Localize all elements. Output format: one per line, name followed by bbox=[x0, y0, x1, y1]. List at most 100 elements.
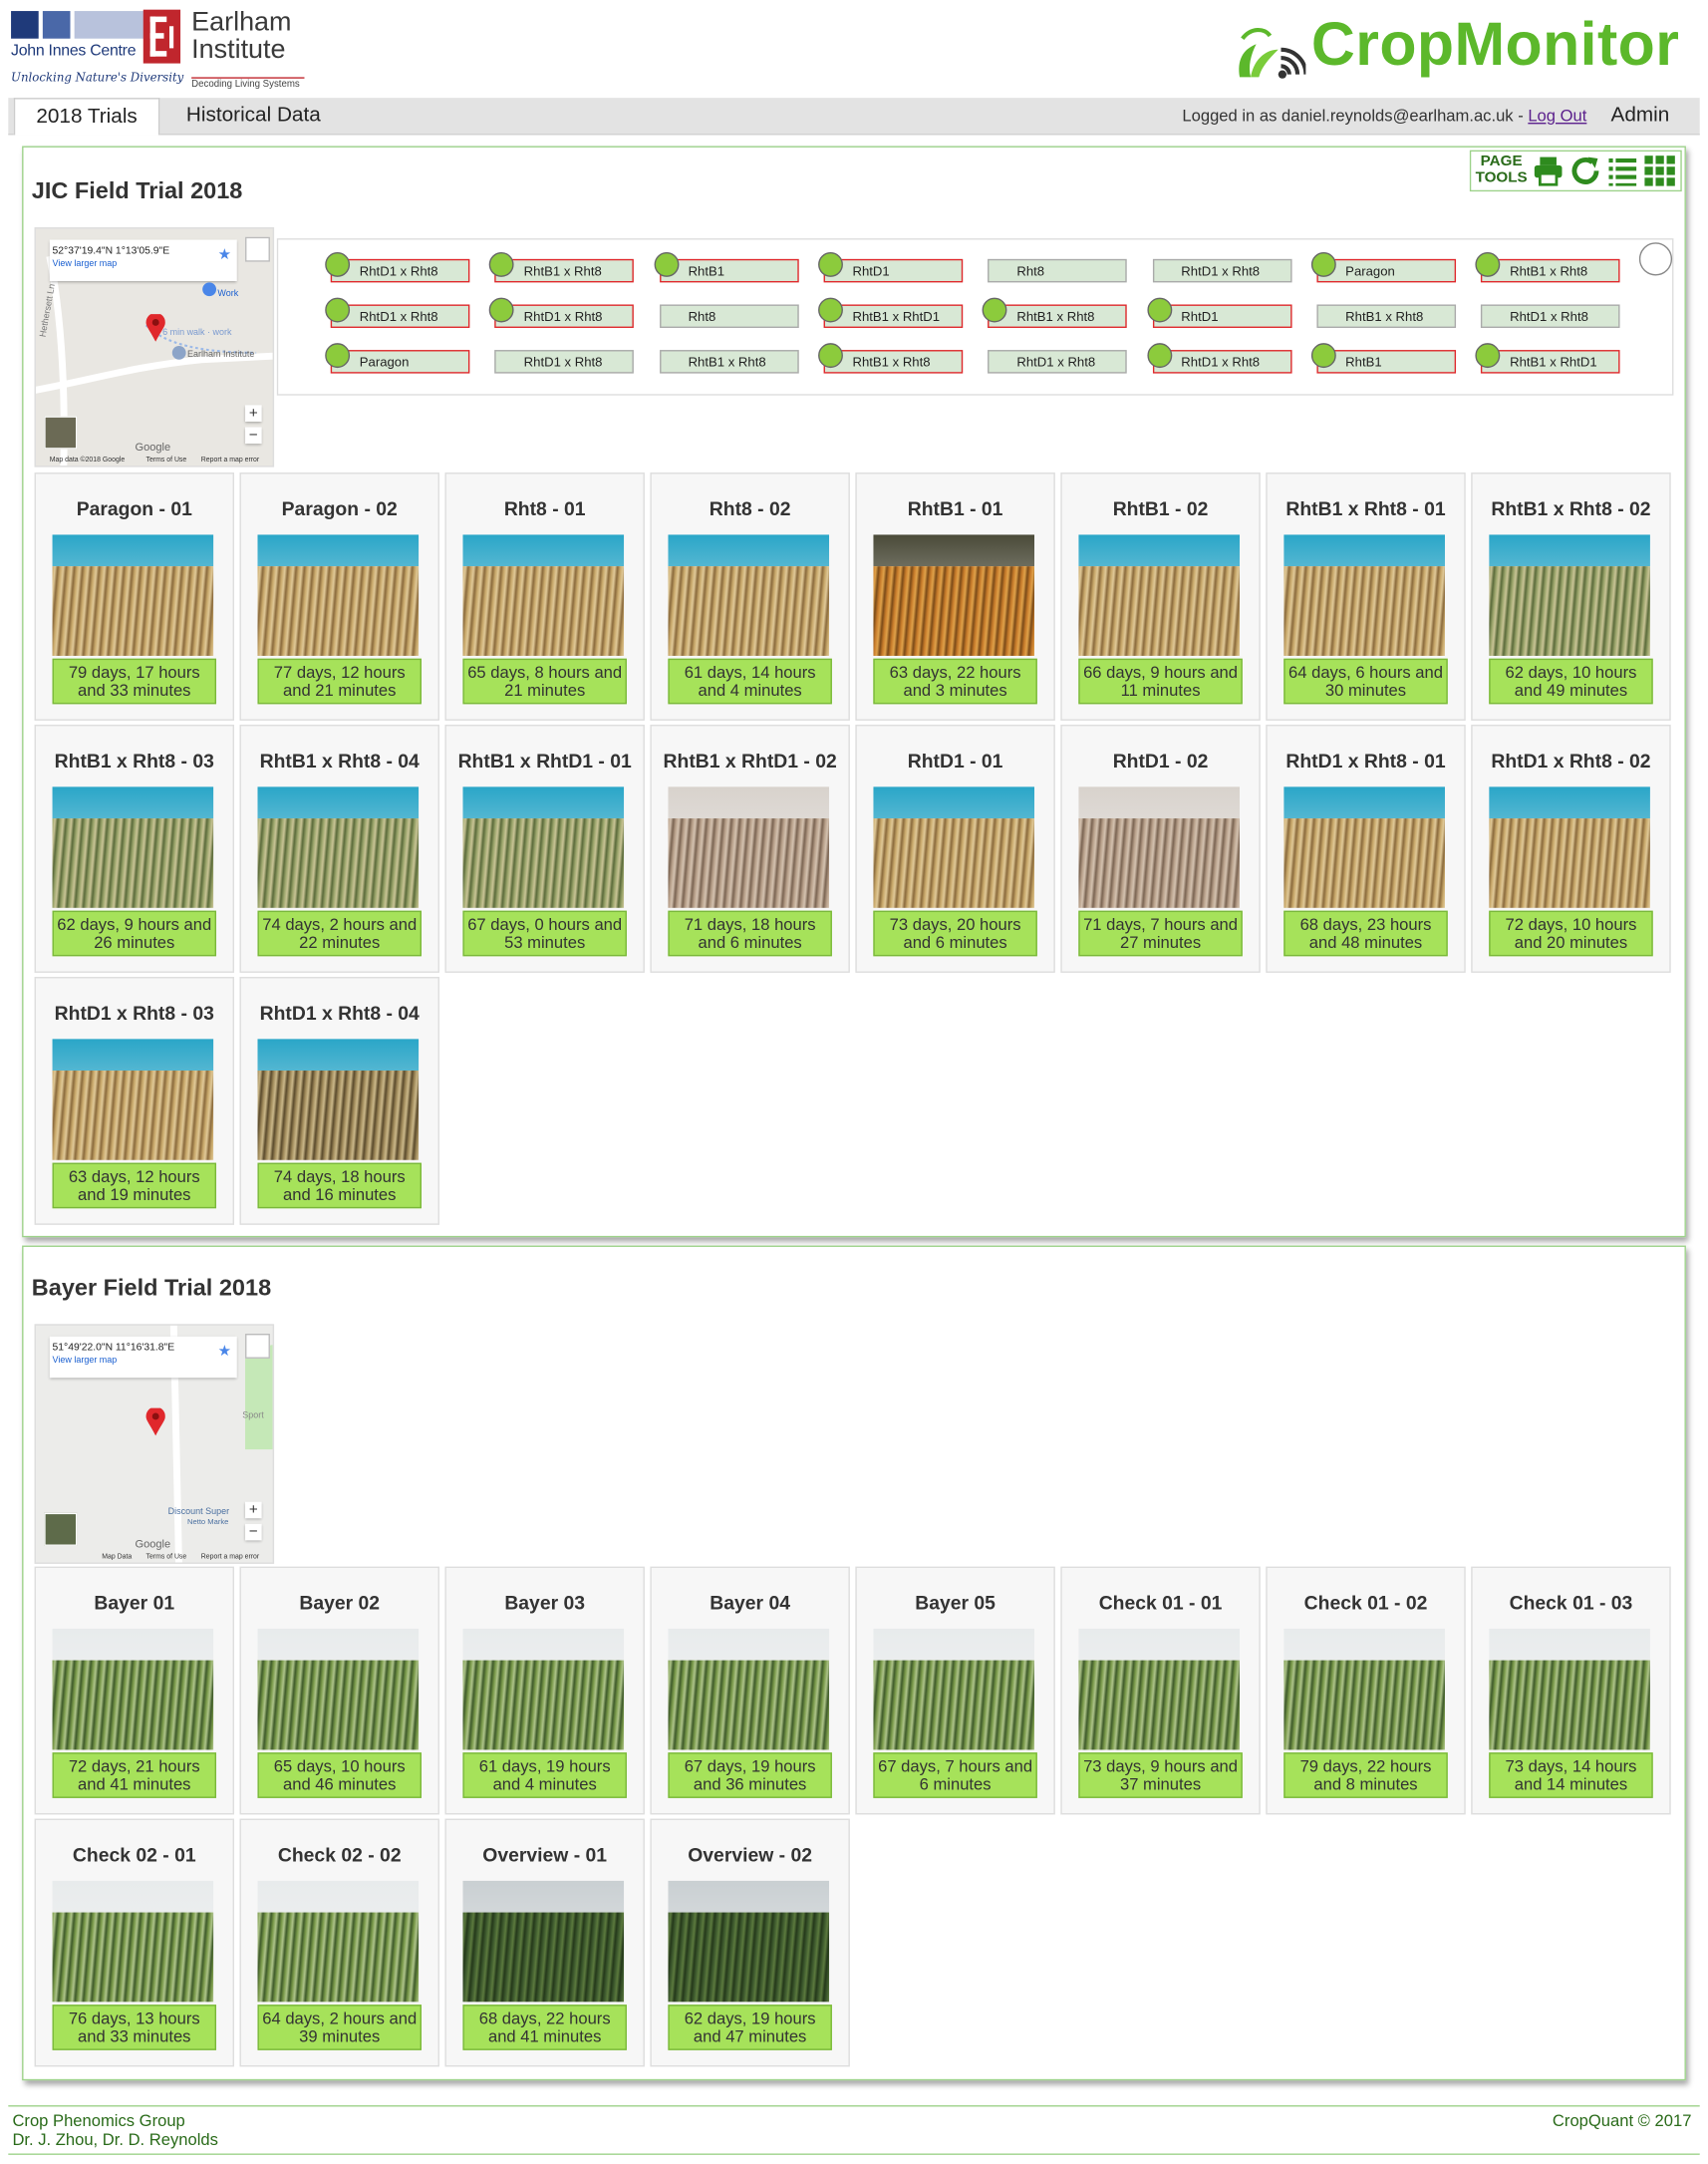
plot-cell[interactable]: RhtB1 x Rht8 bbox=[494, 258, 635, 283]
zoom-out-button[interactable]: − bbox=[245, 1523, 262, 1541]
save-star-icon[interactable]: ★ bbox=[218, 245, 232, 263]
logout-link[interactable]: Log Out bbox=[1528, 106, 1586, 125]
admin-link[interactable]: Admin bbox=[1611, 98, 1670, 134]
refresh-icon[interactable] bbox=[1568, 155, 1601, 187]
view-larger-map-link[interactable]: View larger map bbox=[53, 1356, 118, 1366]
plot-cell[interactable]: Paragon bbox=[330, 350, 470, 374]
plot-photo[interactable] bbox=[1078, 786, 1241, 908]
plot-photo[interactable] bbox=[1489, 786, 1650, 908]
plot-cell[interactable]: RhtB1 x RhtD1 bbox=[1481, 350, 1620, 374]
plot-card[interactable]: Rht8 - 02 61 days, 14 hours and 4 minutes bbox=[650, 472, 850, 721]
trial-map[interactable]: 51°49'22.0"N 11°16'31.8"E View larger ma… bbox=[34, 1324, 275, 1564]
plot-card[interactable]: Overview - 02 62 days, 19 hours and 47 mi… bbox=[650, 1818, 850, 2067]
plot-photo[interactable] bbox=[257, 1628, 420, 1750]
compass-icon[interactable] bbox=[1638, 242, 1673, 276]
grid-view-icon[interactable] bbox=[1643, 155, 1676, 187]
terms-link[interactable]: Terms of Use bbox=[146, 1553, 187, 1561]
plot-photo[interactable] bbox=[462, 1628, 625, 1750]
tab-historical-data[interactable]: Historical Data bbox=[162, 98, 344, 134]
zoom-in-button[interactable]: + bbox=[245, 1501, 262, 1519]
plot-card[interactable]: Check 01 - 03 73 days, 14 hours and 14 mi… bbox=[1471, 1566, 1671, 1815]
plot-card[interactable]: Bayer 03 61 days, 19 hours and 4 minutes bbox=[444, 1566, 645, 1815]
plot-cell[interactable]: RhtB1 x Rht8 bbox=[1316, 304, 1456, 328]
plot-photo[interactable] bbox=[257, 1880, 420, 2003]
plot-photo[interactable] bbox=[52, 1880, 214, 2003]
plot-card[interactable]: RhtB1 x Rht8 - 04 74 days, 2 hours and 22… bbox=[239, 725, 439, 973]
plot-cell[interactable]: RhtD1 x Rht8 bbox=[1152, 258, 1291, 283]
plot-cell[interactable]: Rht8 bbox=[659, 304, 799, 328]
plot-card[interactable]: Rht8 - 01 65 days, 8 hours and 21 minutes bbox=[444, 472, 645, 721]
plot-photo[interactable] bbox=[873, 534, 1035, 656]
plot-card[interactable]: RhtB1 x Rht8 - 03 62 days, 9 hours and 26… bbox=[34, 725, 234, 973]
plot-cell[interactable]: RhtD1 x Rht8 bbox=[330, 304, 470, 328]
plot-photo[interactable] bbox=[1283, 1628, 1445, 1750]
save-star-icon[interactable]: ★ bbox=[218, 1342, 232, 1361]
plot-photo[interactable] bbox=[1078, 1628, 1241, 1750]
plot-cell[interactable]: RhtB1 bbox=[1316, 350, 1456, 374]
plot-card[interactable]: RhtD1 - 01 73 days, 20 hours and 6 minute… bbox=[855, 725, 1055, 973]
plot-cell[interactable]: RhtD1 bbox=[1152, 304, 1291, 328]
plot-photo[interactable] bbox=[668, 1880, 830, 2003]
satellite-toggle[interactable] bbox=[44, 1512, 78, 1546]
list-view-icon[interactable] bbox=[1606, 155, 1639, 187]
plot-cell[interactable]: RhtD1 bbox=[823, 258, 964, 283]
zoom-out-button[interactable]: − bbox=[245, 427, 262, 445]
satellite-toggle[interactable] bbox=[44, 416, 78, 450]
plot-photo[interactable] bbox=[52, 1628, 214, 1750]
plot-photo[interactable] bbox=[873, 786, 1035, 908]
plot-cell[interactable]: RhtB1 x Rht8 bbox=[659, 350, 799, 374]
plot-cell[interactable]: RhtB1 x RhtD1 bbox=[823, 304, 964, 328]
plot-card[interactable]: Paragon - 02 77 days, 12 hours and 21 min… bbox=[239, 472, 439, 721]
report-error-link[interactable]: Report a map error bbox=[201, 1553, 259, 1561]
plot-cell[interactable]: RhtD1 x Rht8 bbox=[988, 350, 1127, 374]
plot-card[interactable]: Check 01 - 02 79 days, 22 hours and 8 min… bbox=[1266, 1566, 1466, 1815]
report-error-link[interactable]: Report a map error bbox=[201, 457, 259, 464]
plot-card[interactable]: RhtB1 x Rht8 - 01 64 days, 6 hours and 30… bbox=[1266, 472, 1466, 721]
plot-photo[interactable] bbox=[668, 1628, 830, 1750]
plot-photo[interactable] bbox=[1283, 786, 1445, 908]
plot-photo[interactable] bbox=[52, 786, 214, 908]
trial-map[interactable]: 52°37'19.4"N 1°13'05.9"E View larger map… bbox=[34, 227, 275, 467]
plot-card[interactable]: Bayer 02 65 days, 10 hours and 46 minutes bbox=[239, 1566, 439, 1815]
plot-photo[interactable] bbox=[257, 786, 420, 908]
plot-card[interactable]: RhtB1 - 02 66 days, 9 hours and 11 minute… bbox=[1060, 472, 1261, 721]
plot-cell[interactable]: RhtD1 x Rht8 bbox=[330, 258, 470, 283]
plot-photo[interactable] bbox=[873, 1628, 1035, 1750]
plot-cell[interactable]: RhtD1 x Rht8 bbox=[494, 350, 635, 374]
plot-cell[interactable]: RhtB1 x Rht8 bbox=[1481, 258, 1620, 283]
plot-card[interactable]: RhtD1 x Rht8 - 04 74 days, 18 hours and 1… bbox=[239, 977, 439, 1225]
plot-card[interactable]: RhtD1 x Rht8 - 01 68 days, 23 hours and 4… bbox=[1266, 725, 1466, 973]
plot-photo[interactable] bbox=[1283, 534, 1445, 656]
plot-card[interactable]: Paragon - 01 79 days, 17 hours and 33 min… bbox=[34, 472, 234, 721]
plot-cell[interactable]: RhtD1 x Rht8 bbox=[1152, 350, 1291, 374]
plot-photo[interactable] bbox=[1489, 1628, 1650, 1750]
street-view-icon[interactable] bbox=[245, 1334, 270, 1359]
tab-2018-trials[interactable]: 2018 Trials bbox=[13, 98, 160, 136]
plot-card[interactable]: RhtB1 x Rht8 - 02 62 days, 10 hours and 4… bbox=[1471, 472, 1671, 721]
plot-photo[interactable] bbox=[52, 534, 214, 656]
plot-card[interactable]: Bayer 01 72 days, 21 hours and 41 minutes bbox=[34, 1566, 234, 1815]
view-larger-map-link[interactable]: View larger map bbox=[53, 259, 118, 269]
plot-photo[interactable] bbox=[668, 534, 830, 656]
plot-photo[interactable] bbox=[52, 1039, 214, 1160]
plot-cell[interactable]: RhtB1 bbox=[659, 258, 799, 283]
plot-card[interactable]: RhtB1 - 01 63 days, 22 hours and 3 minute… bbox=[855, 472, 1055, 721]
plot-card[interactable]: RhtB1 x RhtD1 - 01 67 days, 0 hours and 5… bbox=[444, 725, 645, 973]
plot-photo[interactable] bbox=[257, 534, 420, 656]
plot-photo[interactable] bbox=[668, 786, 830, 908]
street-view-icon[interactable] bbox=[245, 236, 270, 262]
plot-photo[interactable] bbox=[462, 1880, 625, 2003]
plot-cell[interactable]: Paragon bbox=[1316, 258, 1456, 283]
plot-photo[interactable] bbox=[462, 786, 625, 908]
plot-card[interactable]: Overview - 01 68 days, 22 hours and 41 mi… bbox=[444, 1818, 645, 2067]
plot-photo[interactable] bbox=[1078, 534, 1241, 656]
plot-card[interactable]: Check 01 - 01 73 days, 9 hours and 37 min… bbox=[1060, 1566, 1261, 1815]
plot-photo[interactable] bbox=[257, 1039, 420, 1160]
plot-card[interactable]: RhtD1 x Rht8 - 02 72 days, 10 hours and 2… bbox=[1471, 725, 1671, 973]
plot-photo[interactable] bbox=[462, 534, 625, 656]
print-icon[interactable] bbox=[1532, 155, 1565, 187]
plot-photo[interactable] bbox=[1489, 534, 1650, 656]
plot-card[interactable]: Bayer 05 67 days, 7 hours and 6 minutes bbox=[855, 1566, 1055, 1815]
plot-card[interactable]: RhtB1 x RhtD1 - 02 71 days, 18 hours and … bbox=[650, 725, 850, 973]
plot-card[interactable]: RhtD1 - 02 71 days, 7 hours and 27 minute… bbox=[1060, 725, 1261, 973]
